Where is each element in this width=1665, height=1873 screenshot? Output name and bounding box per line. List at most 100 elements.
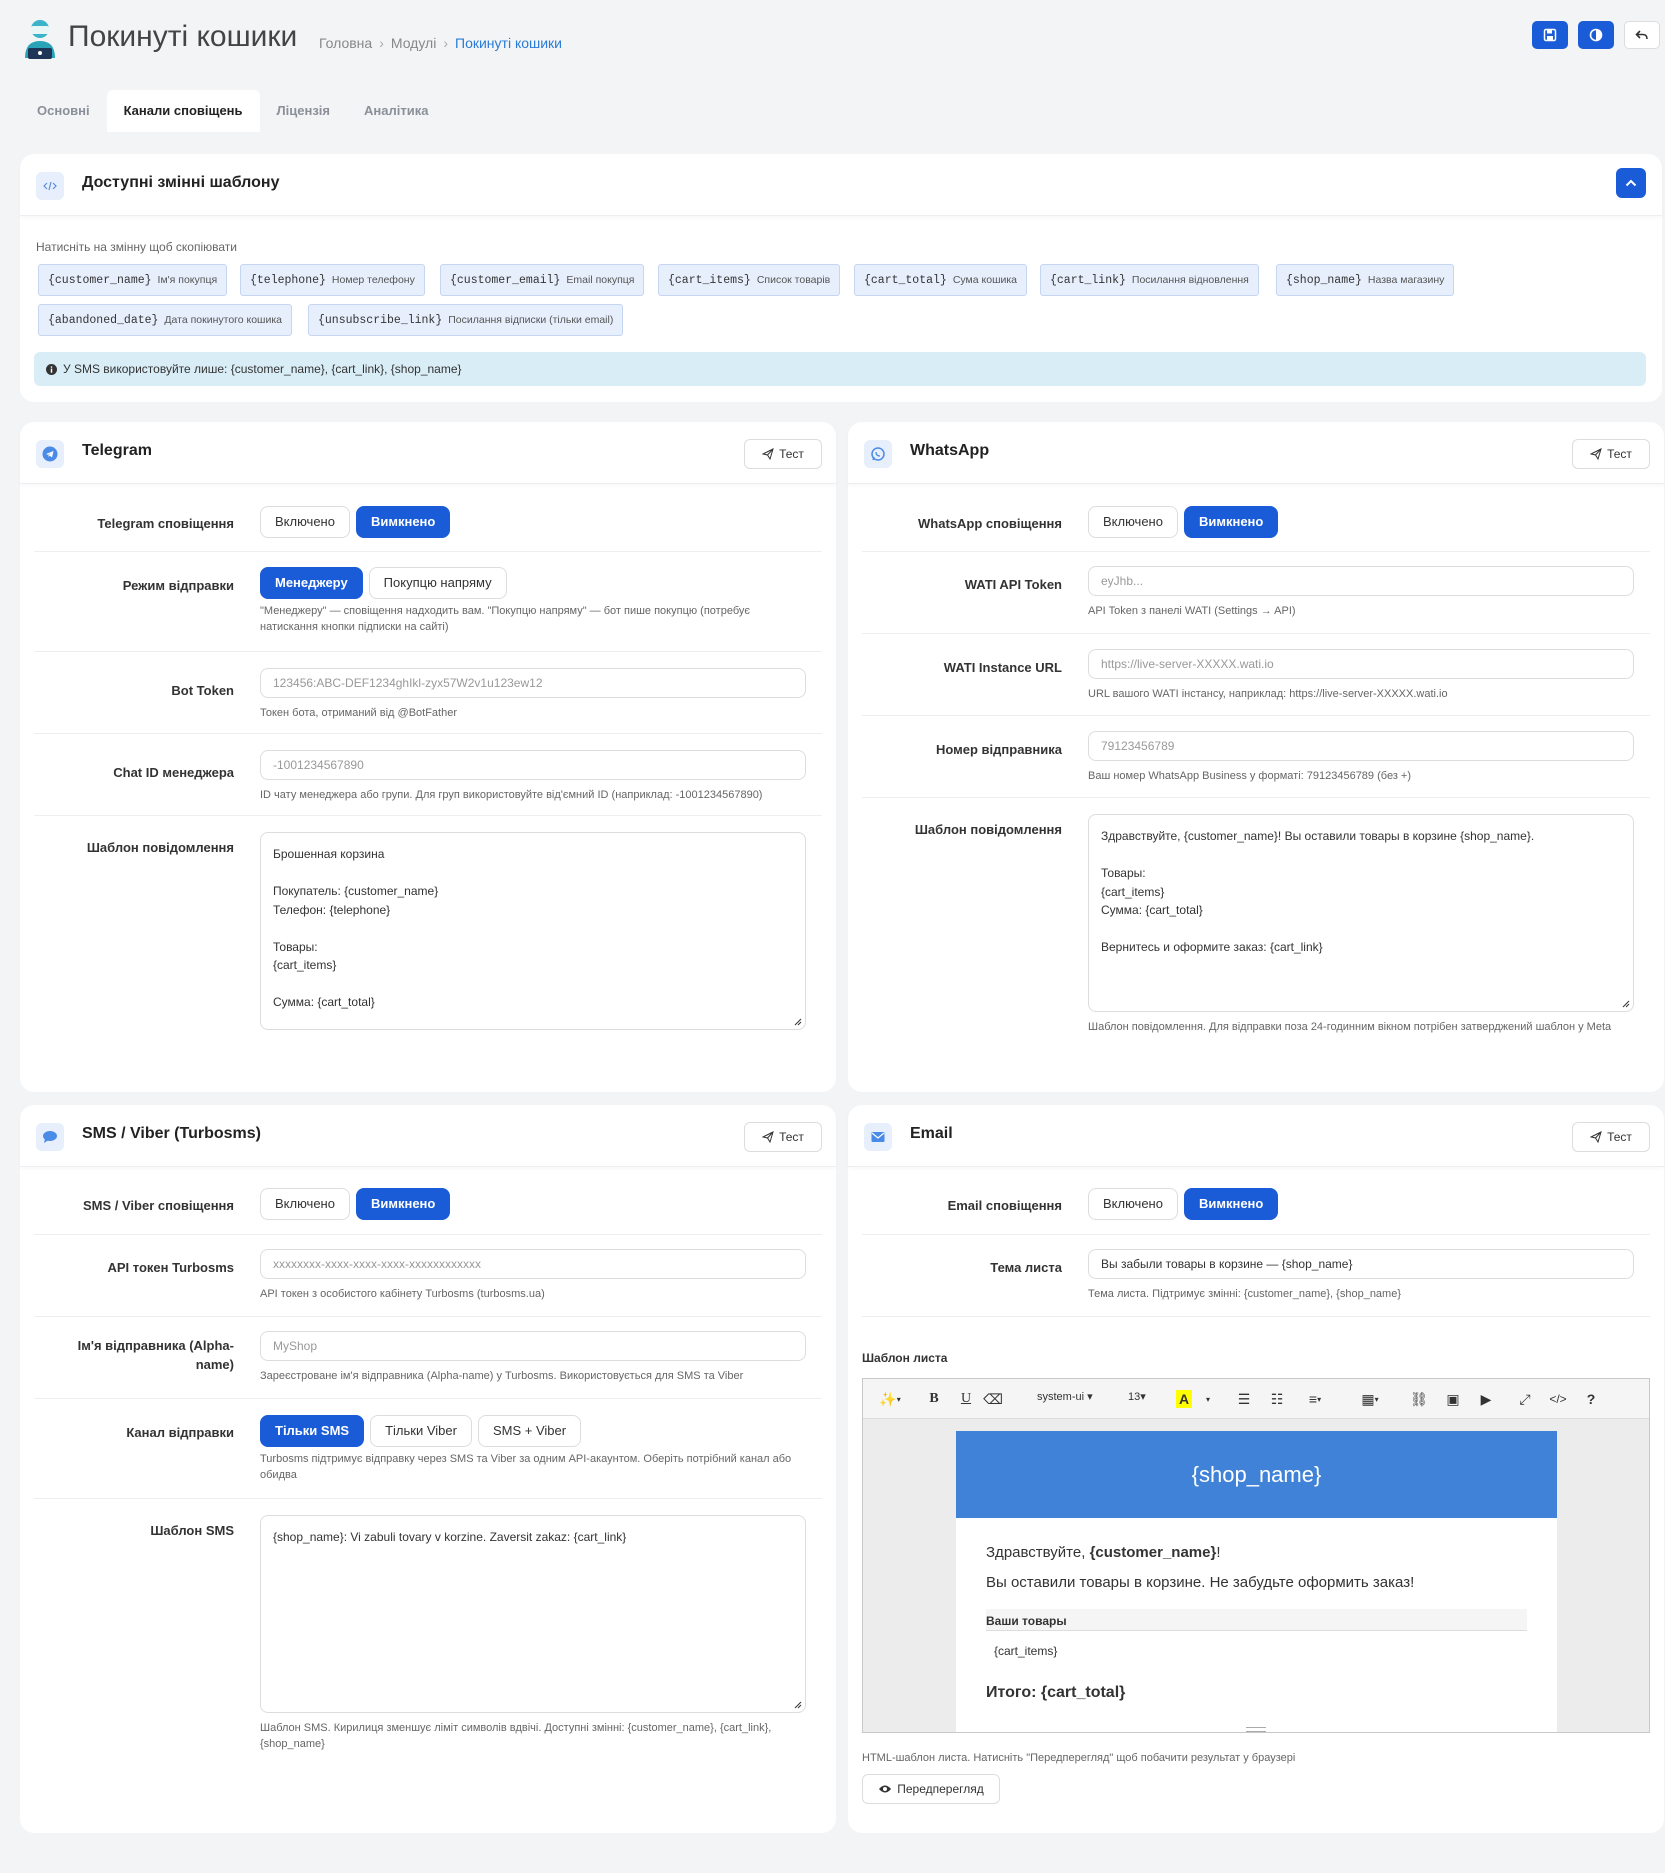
wati-token-input[interactable]: eyJhb... [1088,566,1634,596]
greeting-suffix: ! [1216,1544,1221,1561]
turbosms-token-input[interactable]: xxxxxxxx-xxxx-xxxx-xxxx-xxxxxxxxxxxx [260,1249,806,1279]
test-telegram-button[interactable]: Тест [744,439,822,469]
font-family-select[interactable]: system-ui ▾ [1037,1390,1093,1403]
resize-handle-icon[interactable] [1621,999,1630,1008]
fullscreen-icon[interactable]: ⤢ [1517,1390,1533,1408]
test-email-button[interactable]: Тест [1572,1122,1650,1152]
email-subject-input[interactable]: Вы забыли товары в корзине — {shop_name} [1088,1249,1634,1279]
eraser-icon[interactable]: ⌫ [983,1390,1003,1408]
variable-chip[interactable]: {cart_items} Список товарів [658,264,841,296]
font-size-select[interactable]: 13▾ [1128,1390,1146,1403]
resize-handle-icon[interactable] [793,1017,802,1026]
bot-token-input[interactable]: 123456:ABC-DEF1234ghIkl-zyx57W2v1u123ew1… [260,668,806,698]
field-help: "Менеджеру" — сповіщення надходить вам. … [260,605,750,633]
test-label: Тест [779,1130,804,1144]
variable-chip[interactable]: {cart_total} Сума кошика [854,264,1028,296]
variable-code: {cart_total} [864,273,947,287]
eye-icon [879,1785,892,1793]
test-whatsapp-button[interactable]: Тест [1572,439,1650,469]
breadcrumb-modules[interactable]: Модулі [391,35,436,51]
field-label: SMS / Viber сповіщення [82,1198,234,1213]
mode-manager-option[interactable]: Менеджеру [260,567,363,599]
variable-chip[interactable]: {customer_name} Ім'я покупця [38,264,228,296]
variable-code: {abandoned_date} [48,313,159,327]
disable-toggle[interactable]: Вимкнено [355,1188,451,1220]
disable-toggle[interactable]: Вимкнено [1183,506,1279,538]
variable-desc: Email покупця [566,274,635,286]
variable-code: {customer_email} [450,273,561,287]
telegram-icon [36,440,64,468]
bold-icon[interactable]: B [927,1390,941,1408]
field-label: Шаблон SMS [150,1523,234,1538]
sms-template-textarea[interactable]: {shop_name}: Vi zabuli tovary v korzine.… [260,1515,806,1713]
disable-toggle[interactable]: Вимкнено [355,506,451,538]
variable-chip[interactable]: {telephone} Номер телефону [240,264,425,296]
editor-toolbar: ✨ ▾ B U ⌫ system-ui ▾ 13▾ A ▾ ☰ ☷ ≡ ▾ ▦ ▾ ⛓… [863,1379,1649,1419]
field-label: Номер відправника [935,742,1062,757]
variable-chip[interactable]: {unsubscribe_link} Посилання відписки (ті… [308,304,624,336]
resize-handle-icon[interactable] [793,1700,802,1709]
variable-chip[interactable]: {customer_email} Email покупця [440,264,645,296]
wati-url-input[interactable]: https://live-server-XXXXX.wati.io [1088,649,1634,679]
variable-chip[interactable]: {abandoned_date} Дата покинутого кошика [38,304,293,336]
field-row: Chat ID менеджера -1001234567890 ID чату… [34,734,822,816]
magic-style-icon[interactable]: ✨ ▾ [877,1390,903,1408]
enable-toggle[interactable]: Включено [1088,506,1178,538]
variable-chip[interactable]: {shop_name} Назва магазину [1276,264,1455,296]
mode-customer-option[interactable]: Покупцю напряму [368,567,507,599]
send-icon [1590,448,1602,460]
card-title: Доступні змінні шаблону [82,174,280,191]
tab-license[interactable]: Ліцензія [260,90,347,132]
greeting-prefix: Здравствуйте, [986,1544,1090,1561]
link-icon[interactable]: ⛓ [1410,1390,1428,1408]
theme-toggle-button[interactable] [1578,21,1614,49]
enable-toggle[interactable]: Включено [1088,1188,1178,1220]
alpha-name-input[interactable]: MyShop [260,1331,806,1361]
highlight-color-icon[interactable]: A [1176,1390,1192,1408]
table-icon[interactable]: ▦ ▾ [1355,1390,1385,1408]
field-help: Тема листа. Підтримує змінні: {customer_… [1088,1288,1402,1300]
channel-viber-option[interactable]: Тільки Viber [370,1415,472,1447]
align-icon[interactable]: ≡ ▾ [1301,1390,1329,1408]
field-label: Тема листа [990,1260,1062,1275]
help-icon[interactable]: ? [1584,1390,1598,1408]
textarea-content: Брошенная корзина Покупатель: {customer_… [273,847,439,1009]
tab-notification-channels[interactable]: Канали сповіщень [106,90,260,132]
tab-analytics[interactable]: Аналітика [347,90,445,132]
back-button[interactable] [1624,21,1660,49]
reply-icon [1635,30,1648,40]
code-view-icon[interactable]: </> [1547,1390,1569,1408]
page-title: Покинуті кошики [68,20,298,53]
chat-id-input[interactable]: -1001234567890 [260,750,806,780]
save-button[interactable] [1532,21,1568,49]
tab-main[interactable]: Основні [20,90,107,132]
telegram-template-textarea[interactable]: Брошенная корзина Покупатель: {customer_… [260,832,806,1030]
collapse-button[interactable] [1616,168,1646,198]
channel-both-option[interactable]: SMS + Viber [477,1415,582,1447]
email-html-editor[interactable]: ✨ ▾ B U ⌫ system-ui ▾ 13▾ A ▾ ☰ ☷ ≡ ▾ ▦ ▾ ⛓… [862,1378,1650,1733]
chevron-down-icon[interactable]: ▾ [1203,1390,1213,1408]
sender-number-input[interactable]: 79123456789 [1088,731,1634,761]
email-body: Здравствуйте, {customer_name}! Вы остави… [956,1518,1557,1702]
numbered-list-icon[interactable]: ☷ [1268,1390,1286,1408]
variable-desc: Посилання відновлення [1131,274,1249,286]
image-icon[interactable]: ▣ [1444,1390,1462,1408]
enable-toggle[interactable]: Включено [260,1188,350,1220]
bullet-list-icon[interactable]: ☰ [1235,1390,1253,1408]
editor-resize-handle[interactable] [1246,1727,1266,1732]
whatsapp-card: WhatsApp Тест WhatsApp сповіщення Включе… [848,422,1664,1092]
underline-icon[interactable]: U [959,1390,973,1408]
test-sms-button[interactable]: Тест [744,1122,822,1152]
breadcrumb-current[interactable]: Покинуті кошики [455,35,562,51]
preview-button[interactable]: Передперегляд [862,1774,1000,1804]
variable-desc: Список товарів [756,274,831,286]
variable-chip[interactable]: {cart_link} Посилання відновлення [1040,264,1259,296]
breadcrumb-home[interactable]: Головна [319,35,372,51]
variable-desc: Назва магазину [1367,274,1445,286]
disable-toggle[interactable]: Вимкнено [1183,1188,1279,1220]
whatsapp-template-textarea[interactable]: Здравствуйте, {customer_name}! Вы остави… [1088,814,1634,1012]
enable-toggle[interactable]: Включено [260,506,350,538]
channel-sms-option[interactable]: Тільки SMS [260,1415,365,1447]
video-icon[interactable]: ▶ [1477,1390,1495,1408]
field-row: API токен Turbosms xxxxxxxx-xxxx-xxxx-xx… [34,1235,822,1317]
